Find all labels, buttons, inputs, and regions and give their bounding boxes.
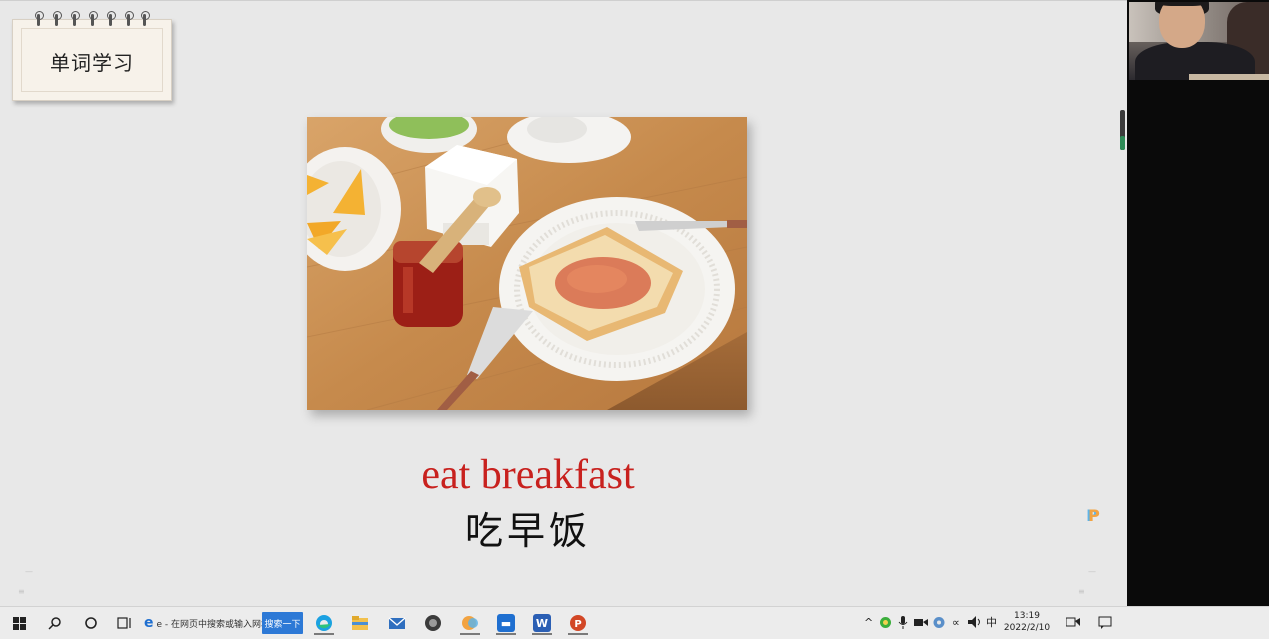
faint-label: —	[25, 567, 33, 576]
address-bar[interactable]: e e - 在网页中搜索或输入网址	[144, 611, 270, 635]
search-go-button[interactable]: 搜索一下	[262, 612, 303, 634]
volume-icon[interactable]	[968, 616, 982, 632]
notebook-ring	[53, 11, 62, 26]
notebook-ring	[107, 11, 116, 26]
edge-icon[interactable]	[312, 611, 336, 635]
svg-text:P: P	[574, 619, 581, 630]
video-panel	[1127, 0, 1269, 606]
title-card: 单词学习	[12, 11, 172, 101]
clock-time: 13:19	[1014, 611, 1040, 621]
notification-icon[interactable]	[1098, 616, 1112, 633]
wps-icon[interactable]	[458, 611, 482, 635]
word-english: eat breakfast	[421, 452, 635, 498]
camera-icon[interactable]	[914, 616, 928, 632]
search-icon[interactable]	[44, 611, 66, 635]
network-icon[interactable]	[932, 616, 946, 633]
microphone-icon[interactable]	[898, 616, 908, 633]
folder-icon[interactable]	[348, 611, 372, 635]
task-view-icon[interactable]	[114, 611, 136, 635]
start-button[interactable]	[8, 611, 30, 635]
slide-title: 单词学习	[50, 51, 134, 75]
ie-icon: e	[144, 615, 154, 631]
windows-taskbar: e e - 在网页中搜索或输入网址 搜索一下 ▬ W P ^ ∝ 中 13:19…	[0, 606, 1269, 639]
webcam-tile[interactable]	[1129, 2, 1269, 80]
windows-icon	[12, 616, 26, 630]
ime-indicator[interactable]: 中	[986, 616, 997, 630]
clock[interactable]: 13:19 2022/2/10	[1002, 610, 1052, 634]
powerpoint-icon[interactable]: P	[566, 611, 590, 635]
faint-label: ≡	[1078, 587, 1085, 596]
clock-date: 2022/2/10	[1003, 623, 1051, 633]
chevron-up-icon[interactable]: ^	[864, 616, 873, 630]
link-icon[interactable]: ∝	[952, 616, 960, 630]
scrollbar-thumb[interactable]	[1120, 110, 1125, 150]
notebook-ring	[35, 11, 44, 26]
mail-icon[interactable]	[385, 611, 409, 635]
faint-label: —	[1088, 567, 1096, 576]
notebook-ring	[141, 11, 150, 26]
app-globe-icon[interactable]	[421, 611, 445, 635]
meet-now-icon[interactable]	[1065, 616, 1080, 632]
cortana-icon[interactable]	[80, 611, 102, 635]
pp-logo-icon[interactable]: P	[1084, 506, 1104, 526]
word-icon[interactable]: W	[530, 611, 554, 635]
tray-app-icon[interactable]	[879, 616, 892, 633]
meeting-icon[interactable]: ▬	[494, 611, 518, 635]
word-chinese: 吃早饭	[464, 509, 591, 553]
breakfast-photo	[307, 117, 747, 410]
notebook-ring	[125, 11, 134, 26]
faint-label: ≡	[18, 587, 25, 596]
slide-canvas: 单词学习 eat breakfast 吃早饭 P — ≡ — ≡	[0, 0, 1127, 607]
notebook-ring	[89, 11, 98, 26]
notebook-ring	[71, 11, 80, 26]
address-bar-text: e - 在网页中搜索或输入网址	[156, 619, 271, 630]
